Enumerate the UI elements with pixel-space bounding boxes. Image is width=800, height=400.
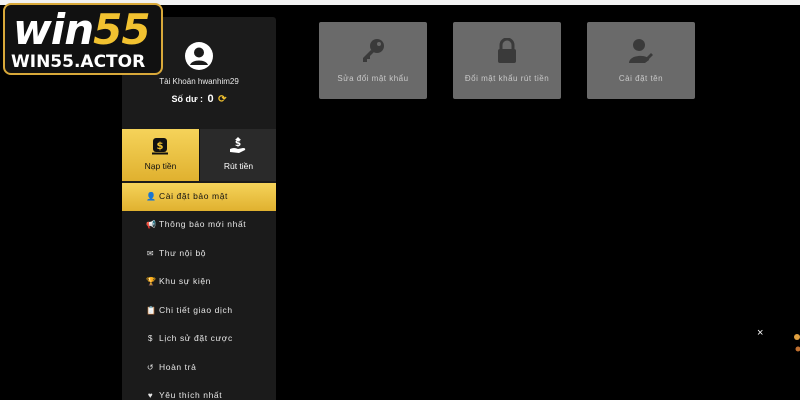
key-icon xyxy=(363,39,384,62)
set-name-card[interactable]: Cài đặt tên xyxy=(587,22,695,99)
card-label: Cài đặt tên xyxy=(618,74,664,83)
menu-item-inbox[interactable]: ✉ Thư nội bộ xyxy=(122,240,276,269)
menu-item-favorites[interactable]: ♥ Yêu thích nhất xyxy=(122,382,276,400)
user-gear-icon: 👤 xyxy=(146,192,157,201)
envelope-icon: ✉ xyxy=(146,248,155,258)
user-edit-icon xyxy=(629,39,653,63)
lock-icon xyxy=(498,38,516,63)
history-icon: ↺ xyxy=(146,362,155,372)
deposit-icon: $ xyxy=(152,138,168,155)
account-name: Tài Khoản hwanhim29 xyxy=(159,77,239,86)
withdraw-button[interactable]: $ Rút tiền xyxy=(199,129,276,181)
menu-item-label: Yêu thích nhất xyxy=(159,390,223,400)
menu-item-label: Cài đặt bảo mật xyxy=(159,191,229,201)
dollar-icon: $ xyxy=(147,334,154,343)
withdraw-password-card[interactable]: Đổi mật khẩu rút tiền xyxy=(453,22,561,99)
menu-item-rebate[interactable]: ↺ Hoàn trả xyxy=(122,354,276,383)
balance-label: Số dư : xyxy=(171,94,203,104)
win55-logo: win55 WIN55.ACTOR xyxy=(3,3,163,75)
svg-text:$: $ xyxy=(235,139,241,149)
menu-item-security[interactable]: 👤 Cài đặt bảo mật xyxy=(122,183,276,211)
floating-decoration-icon xyxy=(794,334,800,352)
sidebar-menu: 👤 Cài đặt bảo mật 📢 Thông báo mới nhất ✉… xyxy=(122,183,276,400)
withdraw-label: Rút tiền xyxy=(223,161,254,171)
logo-wordmark: win55 xyxy=(13,5,151,54)
megaphone-icon: 📢 xyxy=(146,220,157,229)
heart-icon: ♥ xyxy=(147,391,154,400)
menu-item-events[interactable]: 🏆 Khu sự kiện xyxy=(122,268,276,297)
change-password-card[interactable]: Sửa đổi mật khẩu xyxy=(319,22,427,99)
balance-value: 0 xyxy=(207,93,214,105)
svg-text:$: $ xyxy=(157,141,164,152)
menu-item-label: Thông báo mới nhất xyxy=(159,219,247,229)
menu-item-label: Chi tiết giao dịch xyxy=(159,304,233,315)
logo-domain: WIN55.ACTOR xyxy=(11,52,146,72)
card-label: Đổi mật khẩu rút tiền xyxy=(464,74,550,83)
deposit-button[interactable]: $ Nạp tiền xyxy=(122,129,199,181)
menu-item-label: Khu sự kiện xyxy=(159,276,211,286)
clipboard-icon: 📋 xyxy=(146,305,157,315)
withdraw-icon: $ xyxy=(230,137,246,153)
wallet-actions: $ Nạp tiền $ Rút tiền xyxy=(122,129,276,181)
menu-item-bet-history[interactable]: $ Lịch sử đặt cược xyxy=(122,325,276,354)
menu-item-label: Hoàn trả xyxy=(159,361,197,372)
user-avatar-icon[interactable] xyxy=(184,41,214,71)
refresh-icon[interactable]: ⟳ xyxy=(218,94,226,105)
close-icon[interactable]: × xyxy=(757,327,763,339)
menu-item-label: Lịch sử đặt cược xyxy=(159,333,233,343)
card-label: Sửa đổi mật khẩu xyxy=(337,74,409,83)
menu-item-label: Thư nội bộ xyxy=(159,247,207,258)
trophy-icon: 🏆 xyxy=(146,277,157,286)
balance-row: Số dư : 0 ⟳ xyxy=(122,93,276,105)
menu-item-notifications[interactable]: 📢 Thông báo mới nhất xyxy=(122,211,276,240)
deposit-label: Nạp tiền xyxy=(144,161,177,171)
menu-item-transactions[interactable]: 📋 Chi tiết giao dịch xyxy=(122,297,276,326)
